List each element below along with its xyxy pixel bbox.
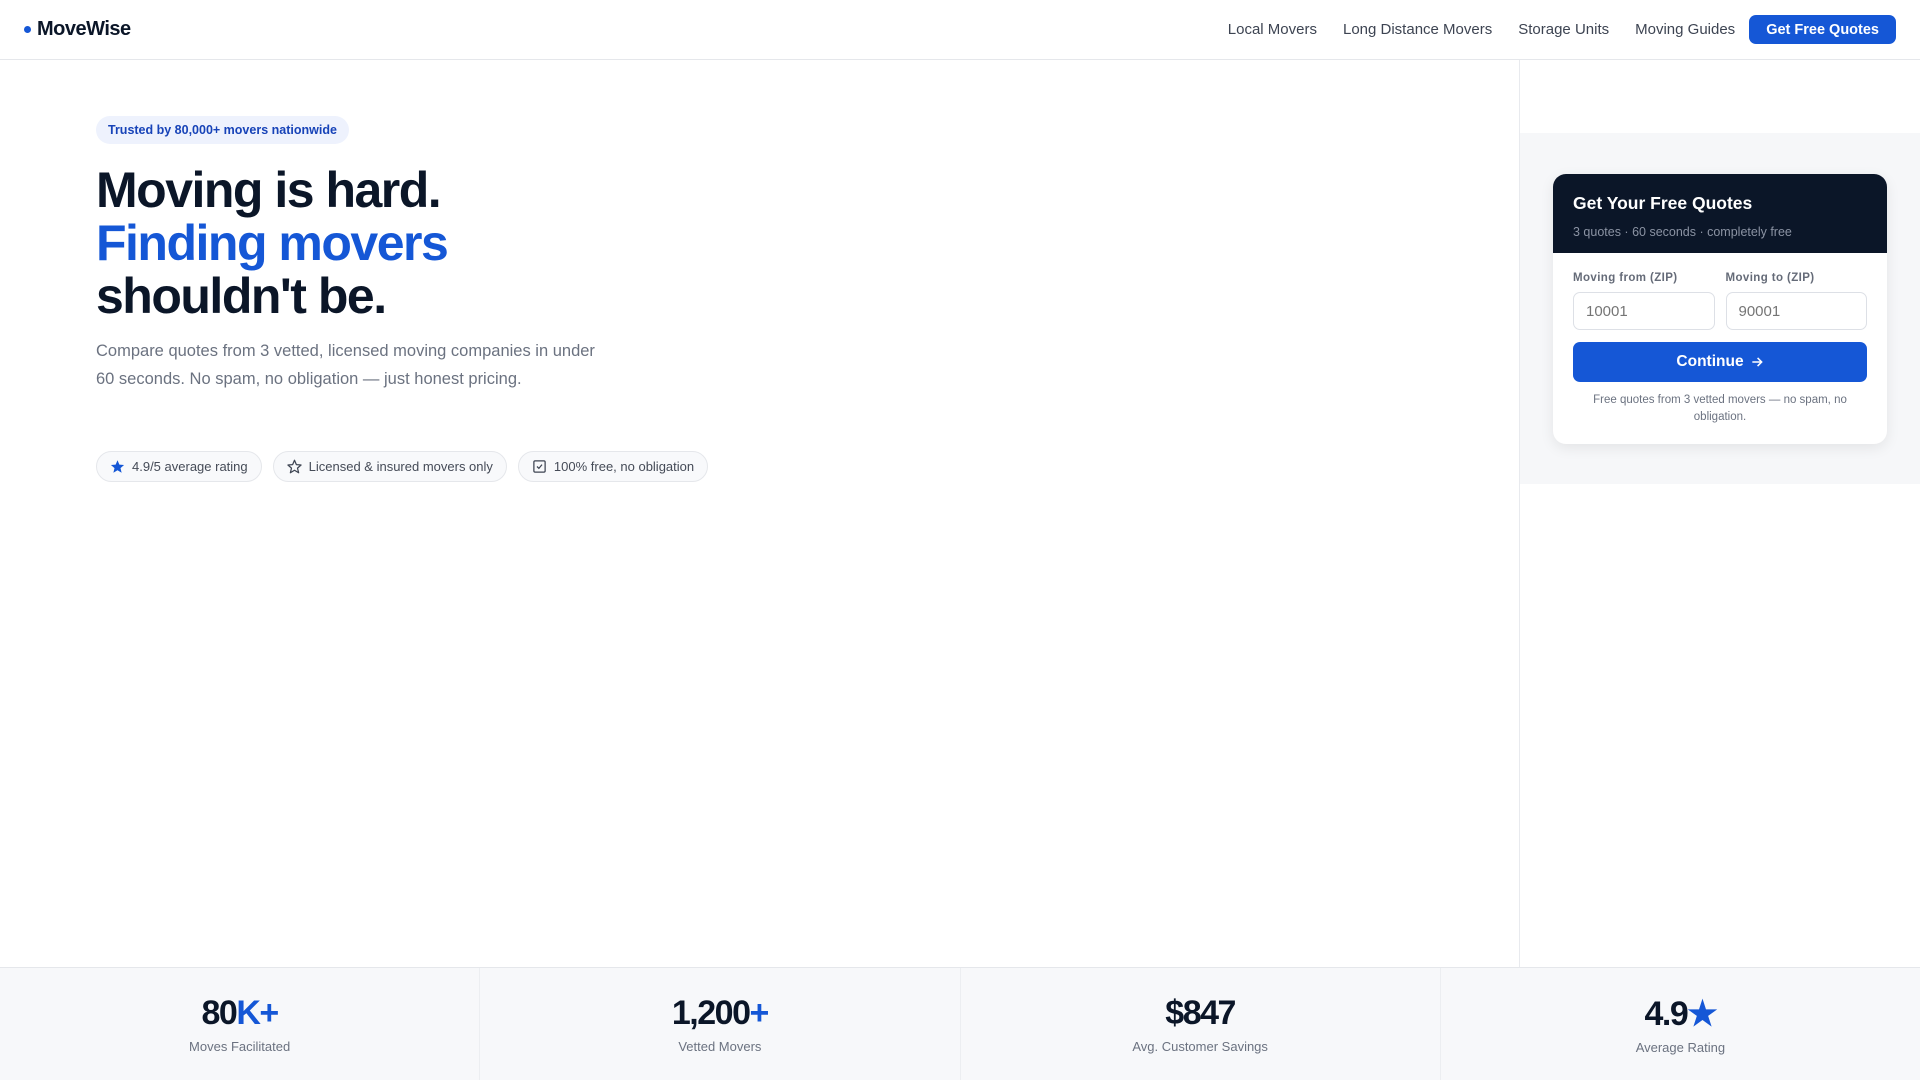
stat-label: Avg. Customer Savings [1132, 1039, 1268, 1054]
nav-links: Local Movers Long Distance Movers Storag… [1228, 15, 1896, 44]
stat-label: Average Rating [1635, 1040, 1726, 1055]
stat-savings: $847 Avg. Customer Savings [961, 968, 1441, 1080]
headline-line-3: shouldn't be. [96, 268, 387, 324]
headline-line-1: Moving is hard. [96, 162, 442, 218]
stat-moves: 80K+ Moves Facilitated [0, 968, 481, 1080]
to-zip-input[interactable] [1725, 292, 1867, 330]
stat-value: 80 [201, 994, 238, 1032]
stat-value: 4.9 [1644, 995, 1689, 1033]
trust-badge: Trusted by 80,000+ movers nationwide [96, 116, 349, 144]
continue-button[interactable]: Continue [1573, 342, 1867, 382]
get-free-quotes-button[interactable]: Get Free Quotes [1749, 15, 1896, 44]
checkbox-icon [533, 460, 546, 473]
stat-label: Vetted Movers [678, 1039, 762, 1054]
stats-bar: 80K+ Moves Facilitated 1,200+ Vetted Mover… [0, 967, 1920, 1080]
hero-headline: Moving is hard. Finding movers shouldn't… [96, 164, 596, 323]
top-nav: MoveWise Local Movers Long Distance Move… [0, 0, 1920, 60]
stat-value: $847 [1165, 994, 1236, 1032]
quote-card-note: Free quotes from 3 vetted movers — no sp… [1593, 394, 1847, 423]
to-zip-label: Moving to (ZIP) [1725, 272, 1815, 284]
star-filled-icon [110, 460, 125, 473]
chip-rating: 4.9/5 average rating [96, 451, 262, 482]
stat-value: 1,200 [671, 994, 751, 1032]
continue-label: Continue [1676, 353, 1744, 370]
hero: Trusted by 80,000+ movers nationwide Mov… [96, 116, 596, 393]
nav-local-movers[interactable]: Local Movers [1228, 21, 1317, 38]
trust-chips: 4.9/5 average rating Licensed & insured … [96, 451, 709, 482]
hero-subtitle: Compare quotes from 3 vetted, licensed m… [96, 342, 595, 388]
stat-accent: K+ [236, 994, 279, 1032]
chip-licensed: Licensed & insured movers only [272, 451, 507, 482]
nav-moving-guides[interactable]: Moving Guides [1635, 21, 1735, 38]
star-outline-icon [286, 459, 302, 474]
quote-card-title: Get Your Free Quotes [1573, 193, 1753, 213]
arrow-right-icon [1751, 357, 1763, 367]
stat-rating: 4.9★ Average Rating [1441, 968, 1920, 1080]
nav-storage-units[interactable]: Storage Units [1518, 21, 1609, 38]
from-zip-input[interactable] [1573, 292, 1715, 330]
chip-label: Licensed & insured movers only [308, 459, 493, 474]
from-zip-label: Moving from (ZIP) [1573, 272, 1678, 284]
logo-dot-icon [24, 26, 31, 33]
chip-label: 4.9/5 average rating [132, 459, 248, 474]
nav-long-distance-movers[interactable]: Long Distance Movers [1343, 21, 1492, 38]
chip-free: 100% free, no obligation [517, 451, 709, 482]
stat-accent: + [749, 994, 769, 1032]
star-icon: ★ [1687, 995, 1717, 1033]
quote-card: Get Your Free Quotes 3 quotes · 60 secon… [1553, 174, 1887, 444]
chip-label: 100% free, no obligation [553, 459, 695, 474]
stat-movers: 1,200+ Vetted Movers [480, 968, 961, 1080]
logo-text: MoveWise [37, 18, 131, 40]
quote-card-header: Get Your Free Quotes 3 quotes · 60 secon… [1553, 174, 1887, 253]
logo[interactable]: MoveWise [24, 18, 131, 41]
quote-card-subtitle: 3 quotes · 60 seconds · completely free [1573, 225, 1792, 239]
headline-line-2: Finding movers [96, 215, 449, 271]
stat-label: Moves Facilitated [189, 1039, 291, 1054]
